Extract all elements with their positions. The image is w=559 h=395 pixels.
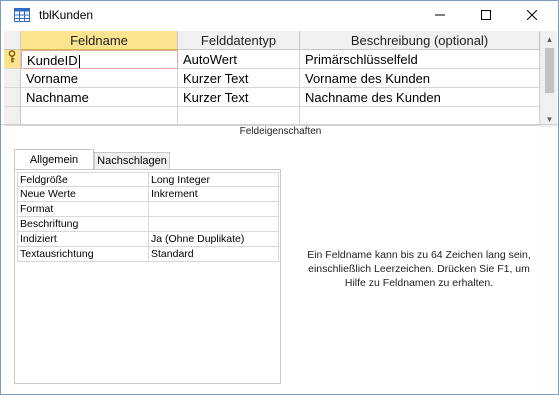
close-icon [526,7,538,25]
property-value[interactable]: Standard [149,247,279,262]
column-header-fieldname[interactable]: Feldname [21,31,178,50]
property-row[interactable]: Feldgröße Long Integer [17,172,279,188]
field-properties-panel: Feldgröße Long Integer Neue Werte Inkrem… [14,169,281,384]
property-value[interactable] [149,217,279,232]
minimize-icon [435,7,445,25]
data-type-cell[interactable]: Kurzer Text [178,88,300,107]
field-design-grid: Feldname Felddatentyp Beschreibung (opti… [4,31,540,127]
divider [1,124,558,125]
property-row[interactable]: Format [17,202,279,217]
property-name: Feldgröße [17,173,149,188]
property-name: Neue Werte [17,187,149,202]
property-value[interactable]: Inkrement [149,187,279,202]
property-name: Indiziert [17,232,149,247]
column-header-description[interactable]: Beschreibung (optional) [300,31,540,50]
description-cell[interactable]: Primärschlüsselfeld [300,50,540,69]
scroll-up-icon[interactable]: ▲ [541,31,558,47]
maximize-icon [481,7,491,25]
close-button[interactable] [509,1,555,31]
property-name: Beschriftung [17,217,149,232]
row-selector[interactable] [4,69,21,88]
tab-allgemein[interactable]: Allgemein [14,149,94,170]
property-value[interactable]: Ja (Ohne Duplikate) [149,232,279,247]
property-row[interactable]: Beschriftung [17,217,279,232]
table-row[interactable]: KundeID AutoWert Primärschlüsselfeld [4,50,540,69]
title-bar[interactable]: tblKunden [1,1,558,31]
window-title: tblKunden [39,8,94,22]
grid-corner[interactable] [4,31,21,50]
data-type-cell[interactable]: Kurzer Text [178,69,300,88]
scroll-thumb[interactable] [545,48,554,93]
property-name: Format [17,202,149,217]
tab-nachschlagen[interactable]: Nachschlagen [94,152,170,169]
data-type-cell[interactable]: AutoWert [178,50,300,69]
field-properties-label: Feldeigenschaften [239,126,322,137]
property-row[interactable]: Textausrichtung Standard [17,247,279,262]
table-design-window: tblKunden Feldname Felddatentyp Beschrei… [0,0,559,395]
table-row[interactable]: Vorname Kurzer Text Vorname des Kunden [4,69,540,88]
vertical-scrollbar[interactable]: ▲ ▼ [540,31,557,127]
column-header-datatype[interactable]: Felddatentyp [178,31,300,50]
property-value[interactable]: Long Integer [149,173,279,188]
maximize-button[interactable] [463,1,509,31]
property-row[interactable]: Neue Werte Inkrement [17,187,279,202]
property-table: Feldgröße Long Integer Neue Werte Inkrem… [17,172,279,262]
description-cell[interactable]: Vorname des Kunden [300,69,540,88]
text-cursor [78,55,80,68]
primary-key-icon [8,50,16,68]
field-name-cell[interactable]: Nachname [21,88,178,107]
field-name-cell[interactable]: KundeID [21,50,178,69]
minimize-button[interactable] [417,1,463,31]
description-cell[interactable]: Nachname des Kunden [300,88,540,107]
field-name-cell[interactable]: Vorname [21,69,178,88]
property-value[interactable] [149,202,279,217]
row-selector[interactable] [4,50,21,69]
property-row[interactable]: Indiziert Ja (Ohne Duplikate) [17,232,279,247]
property-name: Textausrichtung [17,247,149,262]
help-text: Ein Feldname kann bis zu 64 Zeichen lang… [307,249,531,289]
table-row[interactable]: Nachname Kurzer Text Nachname des Kunden [4,88,540,107]
row-selector[interactable] [4,88,21,107]
table-icon [14,8,30,22]
